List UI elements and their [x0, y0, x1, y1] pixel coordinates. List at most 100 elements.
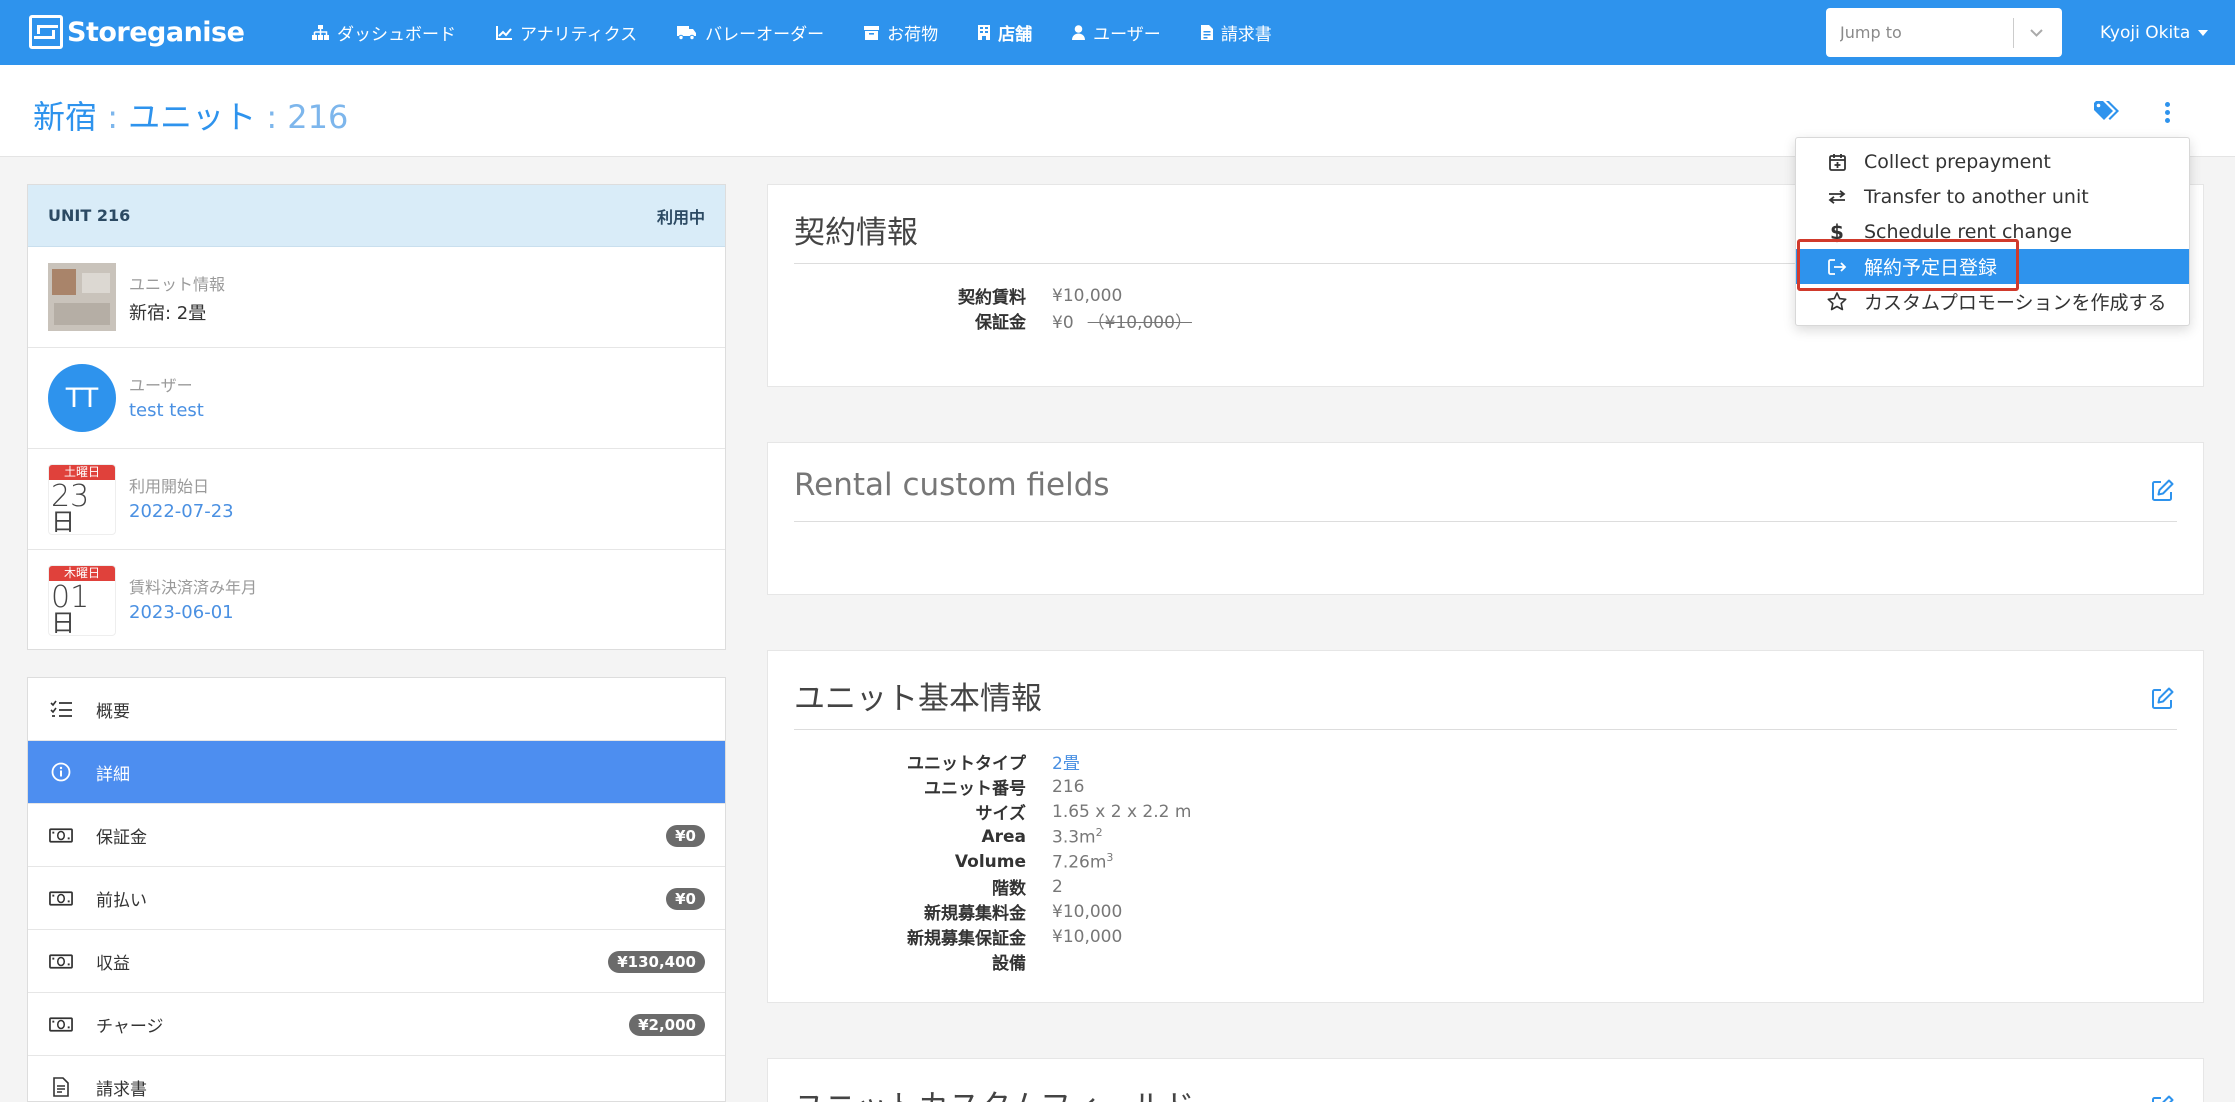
- collect-prepayment-item[interactable]: Collect prepayment: [1796, 144, 2189, 179]
- row-label: ユニット情報: [129, 275, 226, 294]
- field-value: ¥0 （¥10,000）: [1052, 308, 1192, 333]
- menu-item-overview[interactable]: 概要: [28, 678, 725, 741]
- row-label: 利用開始日: [129, 477, 210, 496]
- building-icon: [978, 25, 991, 40]
- deposit-value: ¥0: [1052, 313, 1074, 333]
- menu-item-deposit[interactable]: 保証金 ¥0: [28, 804, 725, 867]
- field-key: ユニット番号: [924, 779, 1026, 799]
- amount-badge: ¥2,000: [629, 1014, 705, 1036]
- jump-to-select[interactable]: [1826, 8, 2062, 57]
- field-row: Volume 7.26m3: [794, 849, 1191, 874]
- field-row: サイズ 1.65 x 2 x 2.2 m: [794, 799, 1192, 825]
- caret-down-icon: [2198, 29, 2209, 36]
- dot: [2164, 118, 2170, 123]
- unit-card-header: UNIT 216 利用中: [28, 185, 725, 247]
- paid-until-link[interactable]: 2023-06-01: [129, 602, 234, 623]
- field-value: 3.3m2: [1052, 826, 1103, 848]
- start-date-link[interactable]: 2022-07-23: [129, 501, 234, 522]
- nav-items[interactable]: お荷物: [864, 20, 938, 45]
- field-value: ¥10,000: [1052, 901, 1123, 922]
- dropdown-label: Transfer to another unit: [1864, 185, 2089, 208]
- volume-exponent: 3: [1106, 850, 1114, 864]
- breadcrumb-units[interactable]: ユニット: [128, 98, 256, 136]
- nav-stores[interactable]: 店舗: [978, 20, 1032, 45]
- create-custom-promotion-item[interactable]: カスタムプロモーションを作成する: [1796, 284, 2189, 319]
- panel-title: ユニットカスタムフィールド: [794, 1081, 1195, 1102]
- area-value: 3.3m: [1052, 827, 1096, 848]
- field-value: 1.65 x 2 x 2.2 m: [1052, 801, 1192, 822]
- chart-line-icon: [496, 25, 512, 40]
- user-icon: [1072, 25, 1086, 40]
- menu-item-details[interactable]: 詳細: [28, 741, 725, 804]
- start-date-row: 土曜日 23 日 利用開始日 2022-07-23: [28, 449, 725, 550]
- brand-name: Storeganise: [67, 16, 245, 48]
- breadcrumb-unit-number: 216: [287, 98, 349, 136]
- unit-side-menu: 概要 詳細 保証金 ¥0 前払い ¥0 収益 ¥130,400 チャージ ¥2,…: [27, 677, 726, 1102]
- unit-card-title: UNIT 216: [48, 206, 131, 225]
- contract-fields: 契約賃料 ¥10,000 保証金 ¥0 （¥10,000）: [794, 283, 1192, 334]
- nav-label: 店舗: [998, 25, 1033, 45]
- calendar-day: 23: [51, 479, 90, 514]
- edit-icon[interactable]: [2152, 1095, 2174, 1102]
- edit-icon[interactable]: [2152, 687, 2174, 709]
- tags-icon[interactable]: [2094, 101, 2121, 123]
- unit-basic-info-panel: ユニット基本情報 ユニットタイプ 2畳 ユニット番号 216 サイズ 1.65 …: [767, 650, 2204, 1003]
- nav-analytics[interactable]: アナリティクス: [496, 20, 637, 45]
- unit-type-link[interactable]: 2畳: [1052, 749, 1080, 774]
- field-row: 階数 2: [794, 874, 1191, 900]
- exchange-icon: [1826, 189, 1848, 204]
- money-bill-icon: [49, 1013, 73, 1035]
- field-row: 保証金 ¥0 （¥10,000）: [794, 308, 1192, 333]
- nav-label: アナリティクス: [520, 25, 638, 45]
- nav-users[interactable]: ユーザー: [1072, 20, 1161, 45]
- user-link[interactable]: test test: [129, 400, 204, 421]
- money-bill-icon: [49, 887, 73, 909]
- avatar[interactable]: TT: [48, 364, 116, 432]
- schedule-rent-change-item[interactable]: $ Schedule rent change: [1796, 214, 2189, 249]
- menu-label: 保証金: [96, 827, 147, 848]
- calendar-plus-icon: [1826, 153, 1848, 171]
- menu-label: 請求書: [96, 1079, 147, 1100]
- nav-valet-orders[interactable]: バレーオーダー: [677, 20, 824, 45]
- field-value: 7.26m3: [1052, 851, 1113, 873]
- sign-out-icon: [1826, 258, 1848, 275]
- field-key: ユニットタイプ: [907, 754, 1026, 774]
- dropdown-label: Schedule rent change: [1864, 220, 2072, 243]
- menu-item-prepayment[interactable]: 前払い ¥0: [28, 867, 725, 930]
- field-value: ¥10,000: [1052, 926, 1123, 947]
- nav-label: ダッシュボード: [337, 25, 456, 45]
- menu-label: 前払い: [96, 890, 147, 911]
- nav-label: バレーオーダー: [705, 25, 825, 45]
- menu-item-revenue[interactable]: 収益 ¥130,400: [28, 930, 725, 993]
- menu-item-invoices[interactable]: 請求書: [28, 1056, 725, 1101]
- user-menu[interactable]: Kyoji Okita: [2100, 0, 2209, 65]
- unit-info-row: ユニット情報 新宿: 2畳: [28, 247, 725, 348]
- menu-item-charges[interactable]: チャージ ¥2,000: [28, 993, 725, 1056]
- chevron-down-icon[interactable]: [2029, 25, 2044, 40]
- breadcrumb-store[interactable]: 新宿: [33, 98, 97, 136]
- menu-label: 収益: [96, 953, 130, 974]
- user-name: Kyoji Okita: [2100, 22, 2191, 43]
- storeganise-logo[interactable]: Storeganise: [29, 14, 245, 50]
- nav-invoices[interactable]: 請求書: [1200, 20, 1272, 45]
- original-deposit-struck: （¥10,000）: [1087, 313, 1192, 333]
- unit-custom-fields-panel: ユニットカスタムフィールド: [767, 1058, 2204, 1102]
- calendar-day-suffix: 日: [51, 508, 75, 535]
- field-row: ユニットタイプ 2畳: [794, 749, 1191, 774]
- nav-dashboard[interactable]: ダッシュボード: [312, 20, 456, 45]
- breadcrumb-separator: :: [256, 98, 288, 136]
- field-row: 契約賃料 ¥10,000: [794, 283, 1192, 309]
- menu-label: 詳細: [96, 764, 130, 785]
- page-title: 新宿 : ユニット : 216: [33, 92, 348, 138]
- more-options-button[interactable]: [2160, 102, 2174, 126]
- amount-badge: ¥130,400: [608, 951, 705, 973]
- field-row: ユニット番号 216: [794, 774, 1191, 800]
- field-row: 新規募集料金 ¥10,000: [794, 899, 1191, 925]
- jump-to-input[interactable]: [1826, 8, 2016, 57]
- dropdown-label: 解約予定日登録: [1864, 257, 1998, 279]
- edit-icon[interactable]: [2152, 479, 2174, 501]
- field-key: Area: [981, 826, 1026, 847]
- money-bill-icon: [49, 950, 73, 972]
- register-cancellation-date-item[interactable]: 解約予定日登録: [1796, 249, 2189, 284]
- transfer-unit-item[interactable]: Transfer to another unit: [1796, 179, 2189, 214]
